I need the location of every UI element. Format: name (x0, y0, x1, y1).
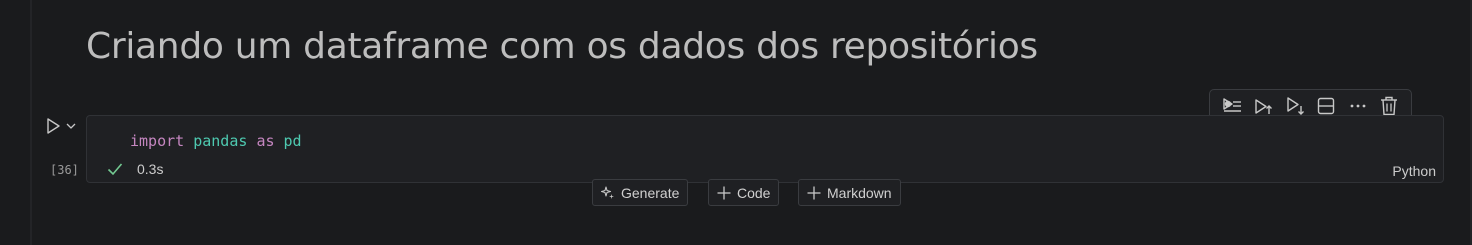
execute-above-icon (1253, 97, 1273, 115)
code-keyword-import: import (130, 132, 185, 150)
code-editor-line[interactable]: import pandas as pd (130, 131, 302, 151)
checkmark-icon (107, 162, 123, 176)
add-code-cell-button[interactable]: Code (708, 179, 780, 206)
run-above-icon (1222, 97, 1242, 115)
code-keyword-as: as (256, 132, 275, 150)
gutter-divider (30, 0, 32, 245)
chevron-down-icon (66, 122, 76, 130)
play-icon (44, 117, 62, 135)
plus-icon (717, 186, 731, 200)
run-cell-button[interactable] (44, 117, 62, 135)
execute-below-icon (1285, 96, 1305, 115)
code-module-name: pandas (193, 132, 248, 150)
execution-time: 0.3s (137, 161, 164, 177)
run-options-button[interactable] (66, 122, 76, 130)
execution-status: 0.3s (107, 161, 163, 177)
markdown-heading[interactable]: Criando um dataframe com os dados dos re… (86, 22, 1038, 72)
execution-count: [36] (50, 163, 79, 177)
plus-icon (807, 186, 821, 200)
add-markdown-cell-button[interactable]: Markdown (798, 179, 901, 206)
more-icon (1350, 103, 1366, 109)
cell-language-picker[interactable]: Python (1392, 163, 1436, 179)
code-cell[interactable]: import pandas as pd 0.3s Python (86, 115, 1444, 183)
code-alias: pd (283, 132, 302, 150)
delete-icon (1380, 96, 1398, 116)
generate-button[interactable]: Generate (592, 179, 689, 206)
add-markdown-label: Markdown (827, 184, 892, 201)
notebook-editor: Criando um dataframe com os dados dos re… (0, 0, 1472, 245)
cell-run-controls (44, 117, 76, 135)
generate-label: Generate (621, 184, 680, 201)
add-code-label: Code (737, 184, 771, 201)
sparkle-icon (601, 185, 615, 200)
split-cell-icon (1317, 97, 1335, 115)
